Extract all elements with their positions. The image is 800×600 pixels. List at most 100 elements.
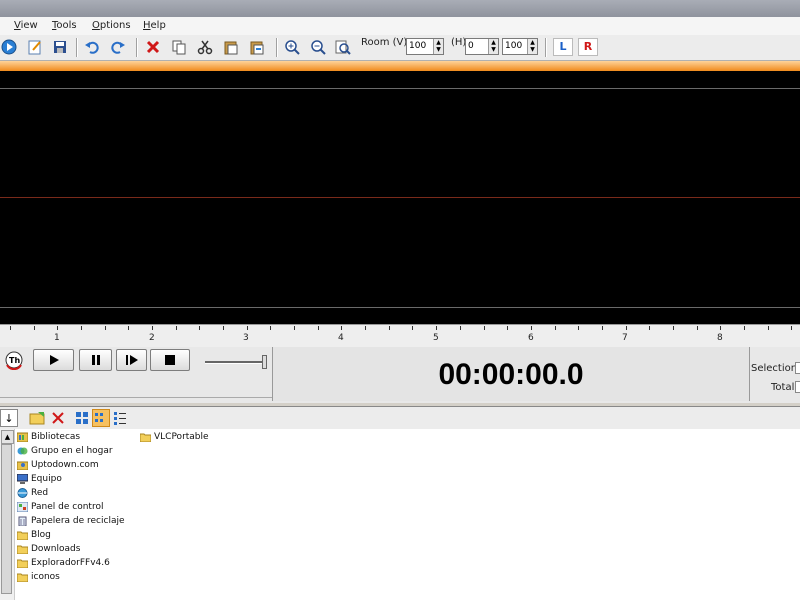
folder-icon [139, 432, 152, 442]
menu-options[interactable]: Options [92, 20, 131, 31]
tree-item-label: Downloads [31, 543, 81, 554]
file-item[interactable]: VLCPortable [139, 430, 209, 443]
right-channel-button[interactable]: R [578, 38, 598, 56]
scrollbar-thumb[interactable] [1, 444, 12, 594]
record-icon[interactable]: Th [0, 349, 28, 371]
navigate-down-icon[interactable]: ↓ [0, 409, 18, 427]
ruler-tick [294, 326, 295, 330]
ruler-tick [270, 326, 271, 330]
tree-item-label: Blog [31, 529, 51, 540]
tree-item[interactable]: Bibliotecas [16, 430, 80, 443]
tree-item[interactable]: Downloads [16, 542, 81, 555]
edit-icon[interactable] [26, 38, 44, 56]
zoom-fit-icon[interactable] [334, 38, 352, 56]
folder-icon [16, 530, 29, 540]
ruler-label: 4 [338, 333, 344, 343]
menu-bar: View Tools Options Help [0, 17, 800, 36]
ruler-tick [341, 326, 342, 330]
transport-divider [0, 397, 272, 398]
toolbar-separator [545, 38, 547, 57]
copy-icon[interactable] [170, 38, 188, 56]
spinner-arrows-icon[interactable]: ▲ ▼ [433, 39, 443, 54]
tree-item[interactable]: Red [17, 486, 48, 499]
h-spinner-1[interactable]: 0 ▲ ▼ [465, 38, 499, 55]
ruler-tick [649, 326, 650, 330]
ruler-tick [247, 326, 248, 330]
ruler-tick [436, 326, 437, 330]
large-icons-view-icon[interactable] [73, 409, 91, 427]
tree-item[interactable]: Panel de control [16, 500, 103, 513]
selection-label: Selection [751, 363, 798, 374]
ruler-tick [365, 326, 366, 330]
tree-item-label: iconos [31, 571, 60, 582]
ruler-tick [507, 326, 508, 330]
ruler-tick [10, 326, 11, 330]
pause-button[interactable] [79, 349, 112, 371]
total-field[interactable] [795, 381, 800, 393]
delete-icon[interactable] [144, 38, 162, 56]
play-file-icon[interactable] [0, 38, 18, 56]
folder-icon [16, 558, 29, 568]
ruler-tick [578, 326, 579, 330]
spinner-arrows-icon[interactable]: ▲ ▼ [488, 39, 498, 54]
cut-icon[interactable] [196, 38, 214, 56]
menu-help[interactable]: Help [143, 20, 166, 31]
toolbar-separator [276, 38, 278, 57]
stop-button[interactable] [150, 349, 190, 371]
tree-item[interactable]: Papelera de reciclaje [17, 514, 125, 527]
waveform-view[interactable] [0, 71, 800, 324]
tree-item[interactable]: Equipo [16, 472, 62, 485]
room-v-spinner[interactable]: 100 ▲ ▼ [406, 38, 444, 55]
recycle-bin-icon [17, 516, 28, 526]
ruler-label: 8 [717, 333, 723, 343]
library-icon [16, 432, 29, 442]
left-channel-button[interactable]: L [553, 38, 573, 56]
ruler-tick [697, 326, 698, 330]
paste-icon[interactable] [222, 38, 240, 56]
file-item-label: VLCPortable [154, 431, 209, 442]
selection-field[interactable] [795, 362, 800, 374]
tree-scrollbar[interactable]: ▲ [0, 429, 15, 600]
tree-item[interactable]: Blog [16, 528, 51, 541]
zoom-out-icon[interactable] [309, 38, 327, 56]
tree-item[interactable]: Uptodown.com [16, 458, 99, 471]
tree-item[interactable]: Grupo en el hogar [17, 444, 113, 457]
zoom-in-icon[interactable] [283, 38, 301, 56]
ruler-tick [34, 326, 35, 330]
ruler-tick [412, 326, 413, 330]
spinner-arrows-icon[interactable]: ▲ ▼ [527, 39, 537, 54]
time-display: 00:00:00.0 [438, 358, 584, 391]
list-view-icon[interactable] [111, 409, 129, 427]
play-selection-button[interactable] [116, 349, 147, 371]
volume-slider[interactable] [205, 361, 265, 364]
toolbar-separator [136, 38, 138, 57]
h-spinner-2[interactable]: 100 ▲ ▼ [502, 38, 538, 55]
total-label: Total [771, 382, 795, 393]
ruler-label: 7 [622, 333, 628, 343]
ruler-tick [626, 326, 627, 330]
paste-mix-icon[interactable] [248, 38, 266, 56]
play-button[interactable] [33, 349, 74, 371]
ruler-tick [152, 326, 153, 330]
ruler-tick [720, 326, 721, 330]
menu-view[interactable]: View [14, 20, 38, 31]
menu-tools[interactable]: Tools [52, 20, 77, 31]
ruler-tick [105, 326, 106, 330]
waveform-top-line [0, 88, 800, 89]
undo-icon[interactable] [83, 38, 101, 56]
title-bar [0, 0, 800, 17]
h-value-2: 100 [505, 41, 523, 51]
tree-item[interactable]: ExploradorFFv4.6 [16, 556, 110, 569]
delete-file-icon[interactable] [49, 409, 67, 427]
h-value-1: 0 [468, 41, 474, 51]
file-browser-toolbar: ↓ [0, 406, 800, 430]
redo-icon[interactable] [109, 38, 127, 56]
small-icons-view-icon[interactable] [92, 409, 110, 427]
ruler-tick [555, 326, 556, 330]
save-icon[interactable] [51, 38, 69, 56]
tree-item[interactable]: iconos [16, 570, 60, 583]
volume-slider-thumb[interactable] [262, 355, 267, 369]
new-folder-icon[interactable] [28, 409, 46, 427]
play-selection-icon [125, 355, 138, 365]
scroll-up-icon[interactable]: ▲ [1, 430, 14, 444]
